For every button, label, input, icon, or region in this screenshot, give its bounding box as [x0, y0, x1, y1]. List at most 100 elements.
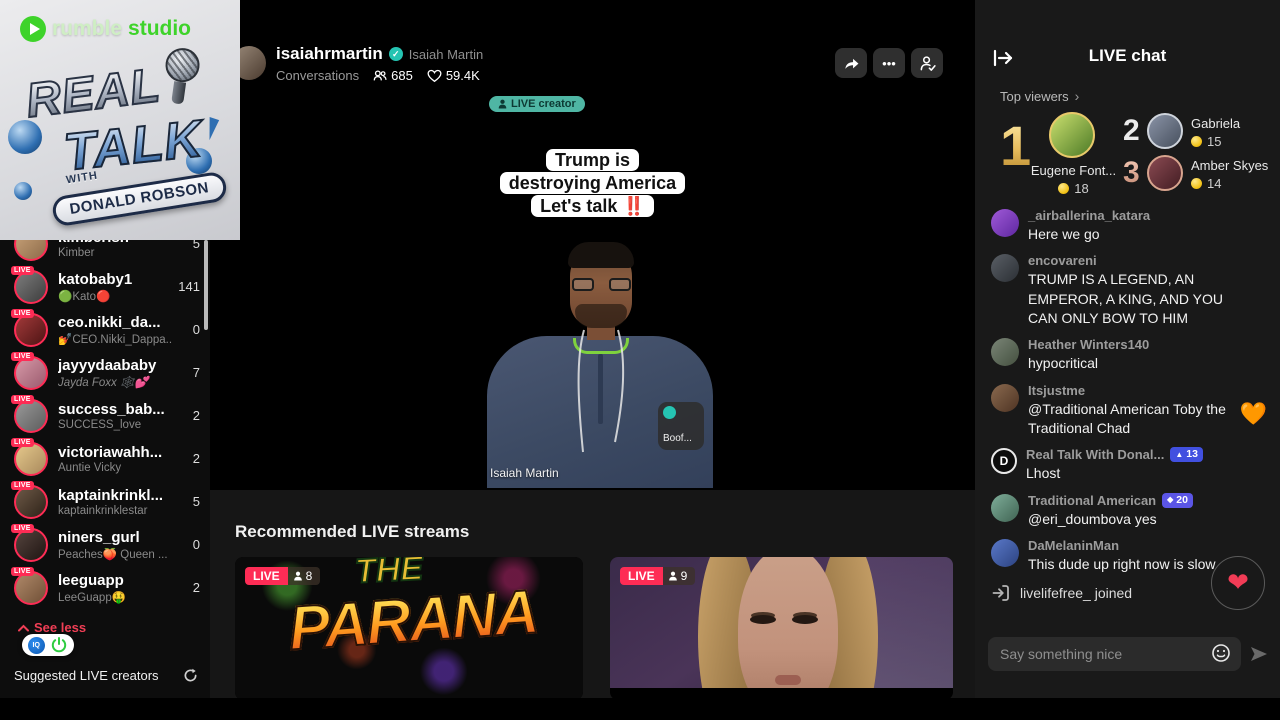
rank-1-name: Eugene Font... — [1030, 163, 1117, 178]
message-username[interactable]: Real Talk With Donal... — [1026, 447, 1164, 462]
stream-category[interactable]: Conversations — [276, 68, 359, 83]
message-username[interactable]: _airballerina_katara — [1028, 208, 1150, 223]
gift-level-badge: ◆ 20 — [1162, 492, 1193, 508]
rank-1-avatar[interactable] — [1049, 112, 1095, 158]
sidebar-item-katobaby1[interactable]: LIVE katobaby1 🟢Kato🔴 141 — [0, 265, 210, 308]
recommended-stream-1[interactable]: THE PARANA LIVE 8 — [235, 557, 583, 700]
guest-avatar-icon — [663, 406, 676, 419]
creator-subtitle: 💅CEO.Nikki_Dappa... — [58, 333, 172, 346]
viewer-count: 0 — [192, 537, 200, 552]
message-username[interactable]: Heather Winters140 — [1028, 337, 1149, 352]
person-icon — [293, 571, 302, 581]
sidebar-item-leeguapp[interactable]: LIVE leeguapp LeeGuapp🤑 2 — [0, 566, 210, 609]
sidebar-item-victoriawahh[interactable]: LIVE victoriawahh... Auntie Vicky 2 — [0, 437, 210, 480]
avatar: LIVE — [11, 265, 48, 304]
sidebar-item-ceo-nikki[interactable]: LIVE ceo.nikki_da... 💅CEO.Nikki_Dappa... … — [0, 308, 210, 351]
follow-status-button[interactable] — [911, 48, 943, 78]
send-plane-icon — [1251, 647, 1267, 661]
person-icon — [498, 99, 507, 109]
chat-message-list: _airballerina_katara Here we go encovaren… — [991, 208, 1269, 603]
sidebar-item-niners-gurl[interactable]: LIVE niners_gurl Peaches🍑 Queen ... 0 — [0, 523, 210, 566]
top-viewers-link[interactable]: Top viewers › — [1000, 88, 1079, 104]
viewer-stat: 685 — [373, 68, 413, 83]
rank-3-coins: 14 — [1191, 176, 1221, 191]
viewer-count: 2 — [192, 580, 200, 595]
heart-icon: ❤ — [1227, 568, 1249, 598]
chat-message[interactable]: Heather Winters140 hypocritical — [991, 337, 1269, 373]
send-message-button[interactable] — [1249, 644, 1271, 666]
sidebar-scrollbar[interactable] — [204, 240, 208, 330]
creator-username: katobaby1 — [58, 270, 133, 288]
coin-icon — [1058, 183, 1070, 194]
level-up-icon: ▲ — [1175, 449, 1184, 459]
message-username[interactable]: encovareni — [1028, 253, 1246, 268]
avatar — [991, 209, 1019, 237]
stream-caption: Trump is destroying America Let's talk ‼… — [210, 148, 975, 217]
chat-input[interactable] — [1000, 646, 1211, 662]
chevron-right-icon: › — [1074, 88, 1080, 104]
emoji-picker-button[interactable] — [1211, 643, 1233, 665]
chat-message[interactable]: _airballerina_katara Here we go — [991, 208, 1269, 244]
heart-outline-icon — [427, 69, 442, 82]
message-username[interactable]: Traditional American — [1028, 493, 1156, 508]
power-toggle-icon[interactable] — [50, 636, 68, 654]
message-username[interactable]: Itsjustme — [1028, 383, 1246, 398]
recommended-stream-2[interactable]: LIVE 9 — [610, 557, 953, 700]
message-username[interactable]: DaMelaninMan — [1028, 538, 1216, 553]
caption-line-3: Let's talk ‼️ — [531, 195, 654, 217]
message-text: hypocritical — [1028, 355, 1099, 372]
sidebar-item-success-bab[interactable]: LIVE success_bab... SUCCESS_love 2 — [0, 394, 210, 437]
suggested-creators-header: Suggested LIVE creators — [14, 668, 198, 683]
earbuds-cable — [577, 329, 625, 453]
rank-3-avatar[interactable] — [1147, 155, 1183, 191]
creator-username: niners_gurl — [58, 528, 140, 546]
live-creator-badge: LIVE creator — [489, 96, 585, 112]
share-button[interactable] — [835, 48, 867, 78]
likes-count: 59.4K — [445, 68, 480, 83]
rank-1-coins: 18 — [1011, 181, 1136, 196]
message-text: This dude up right now is slow — [1028, 555, 1216, 572]
live-creators-list: LIVE kimberishKimber 5 LIVE katobaby1🟢Ka… — [0, 222, 210, 609]
person-icon — [668, 571, 677, 581]
chat-message[interactable]: encovareni TRUMP IS A LEGEND, AN EMPEROR,… — [991, 253, 1269, 328]
iq-extension-icon[interactable]: IQ — [27, 636, 45, 654]
host-name-text: DONALD ROBSON — [68, 179, 211, 218]
diamond-icon: ◆ — [1167, 495, 1174, 504]
stream-main-area: isaiahrmartin ✓ Isaiah Martin Conversati… — [210, 0, 975, 700]
sidebar-item-kaptainkrinkl[interactable]: LIVE kaptainkrinkl... kaptainkrinklestar … — [0, 480, 210, 523]
avatar — [991, 538, 1019, 567]
live-stream-app: LIVE kimberishKimber 5 LIVE katobaby1🟢Ka… — [0, 0, 1280, 720]
live-badge: LIVE — [11, 265, 34, 275]
microphone-graphic — [160, 45, 202, 106]
sidebar-item-jayyydaababy[interactable]: LIVE jayyydaababy Jayda Foxx 🕸️💕 7 — [0, 351, 210, 394]
heart-reaction-emoji: 🧡 — [1239, 400, 1267, 426]
creator-subtitle: 🟢Kato🔴 — [58, 290, 111, 303]
see-less-button[interactable]: See less — [18, 620, 86, 635]
chat-input-bar[interactable] — [988, 637, 1241, 671]
live-badge: LIVE — [11, 394, 34, 404]
rank-2-avatar[interactable] — [1147, 113, 1183, 149]
chat-message[interactable]: Itsjustme @Traditional American Toby the … — [991, 383, 1269, 439]
more-options-button[interactable]: ••• — [873, 48, 905, 78]
avatar — [991, 254, 1019, 283]
guest-request-tile[interactable]: Boof... — [658, 402, 704, 450]
chat-message[interactable]: D Real Talk With Donal... ▲ 13 Lhost — [991, 447, 1269, 483]
creator-subtitle: LeeGuapp🤑 — [58, 591, 127, 604]
message-text: TRUMP IS A LEGEND, AN EMPEROR, A KING, A… — [1028, 271, 1224, 326]
refresh-icon[interactable] — [183, 668, 198, 683]
browser-extension-widget[interactable]: IQ — [22, 634, 74, 656]
viewer-count: 0 — [192, 322, 200, 337]
viewer-count: 2 — [192, 408, 200, 423]
caption-line-2: destroying America — [499, 172, 686, 194]
host-username[interactable]: isaiahrmartin — [276, 44, 383, 64]
more-icon: ••• — [882, 55, 896, 71]
avatar: LIVE — [11, 351, 48, 390]
viewer-count: 5 — [192, 494, 200, 509]
chat-message[interactable]: Traditional American ◆ 20 @eri_doumbova y… — [991, 492, 1269, 529]
double-exclamation-mark: ‼️ — [622, 196, 645, 216]
coin-icon — [1191, 136, 1202, 147]
share-icon — [844, 58, 858, 69]
rank-2-number: 2 — [1123, 114, 1140, 147]
like-heart-button[interactable]: ❤ — [1211, 556, 1265, 610]
rumble-logo-icon — [20, 16, 46, 42]
